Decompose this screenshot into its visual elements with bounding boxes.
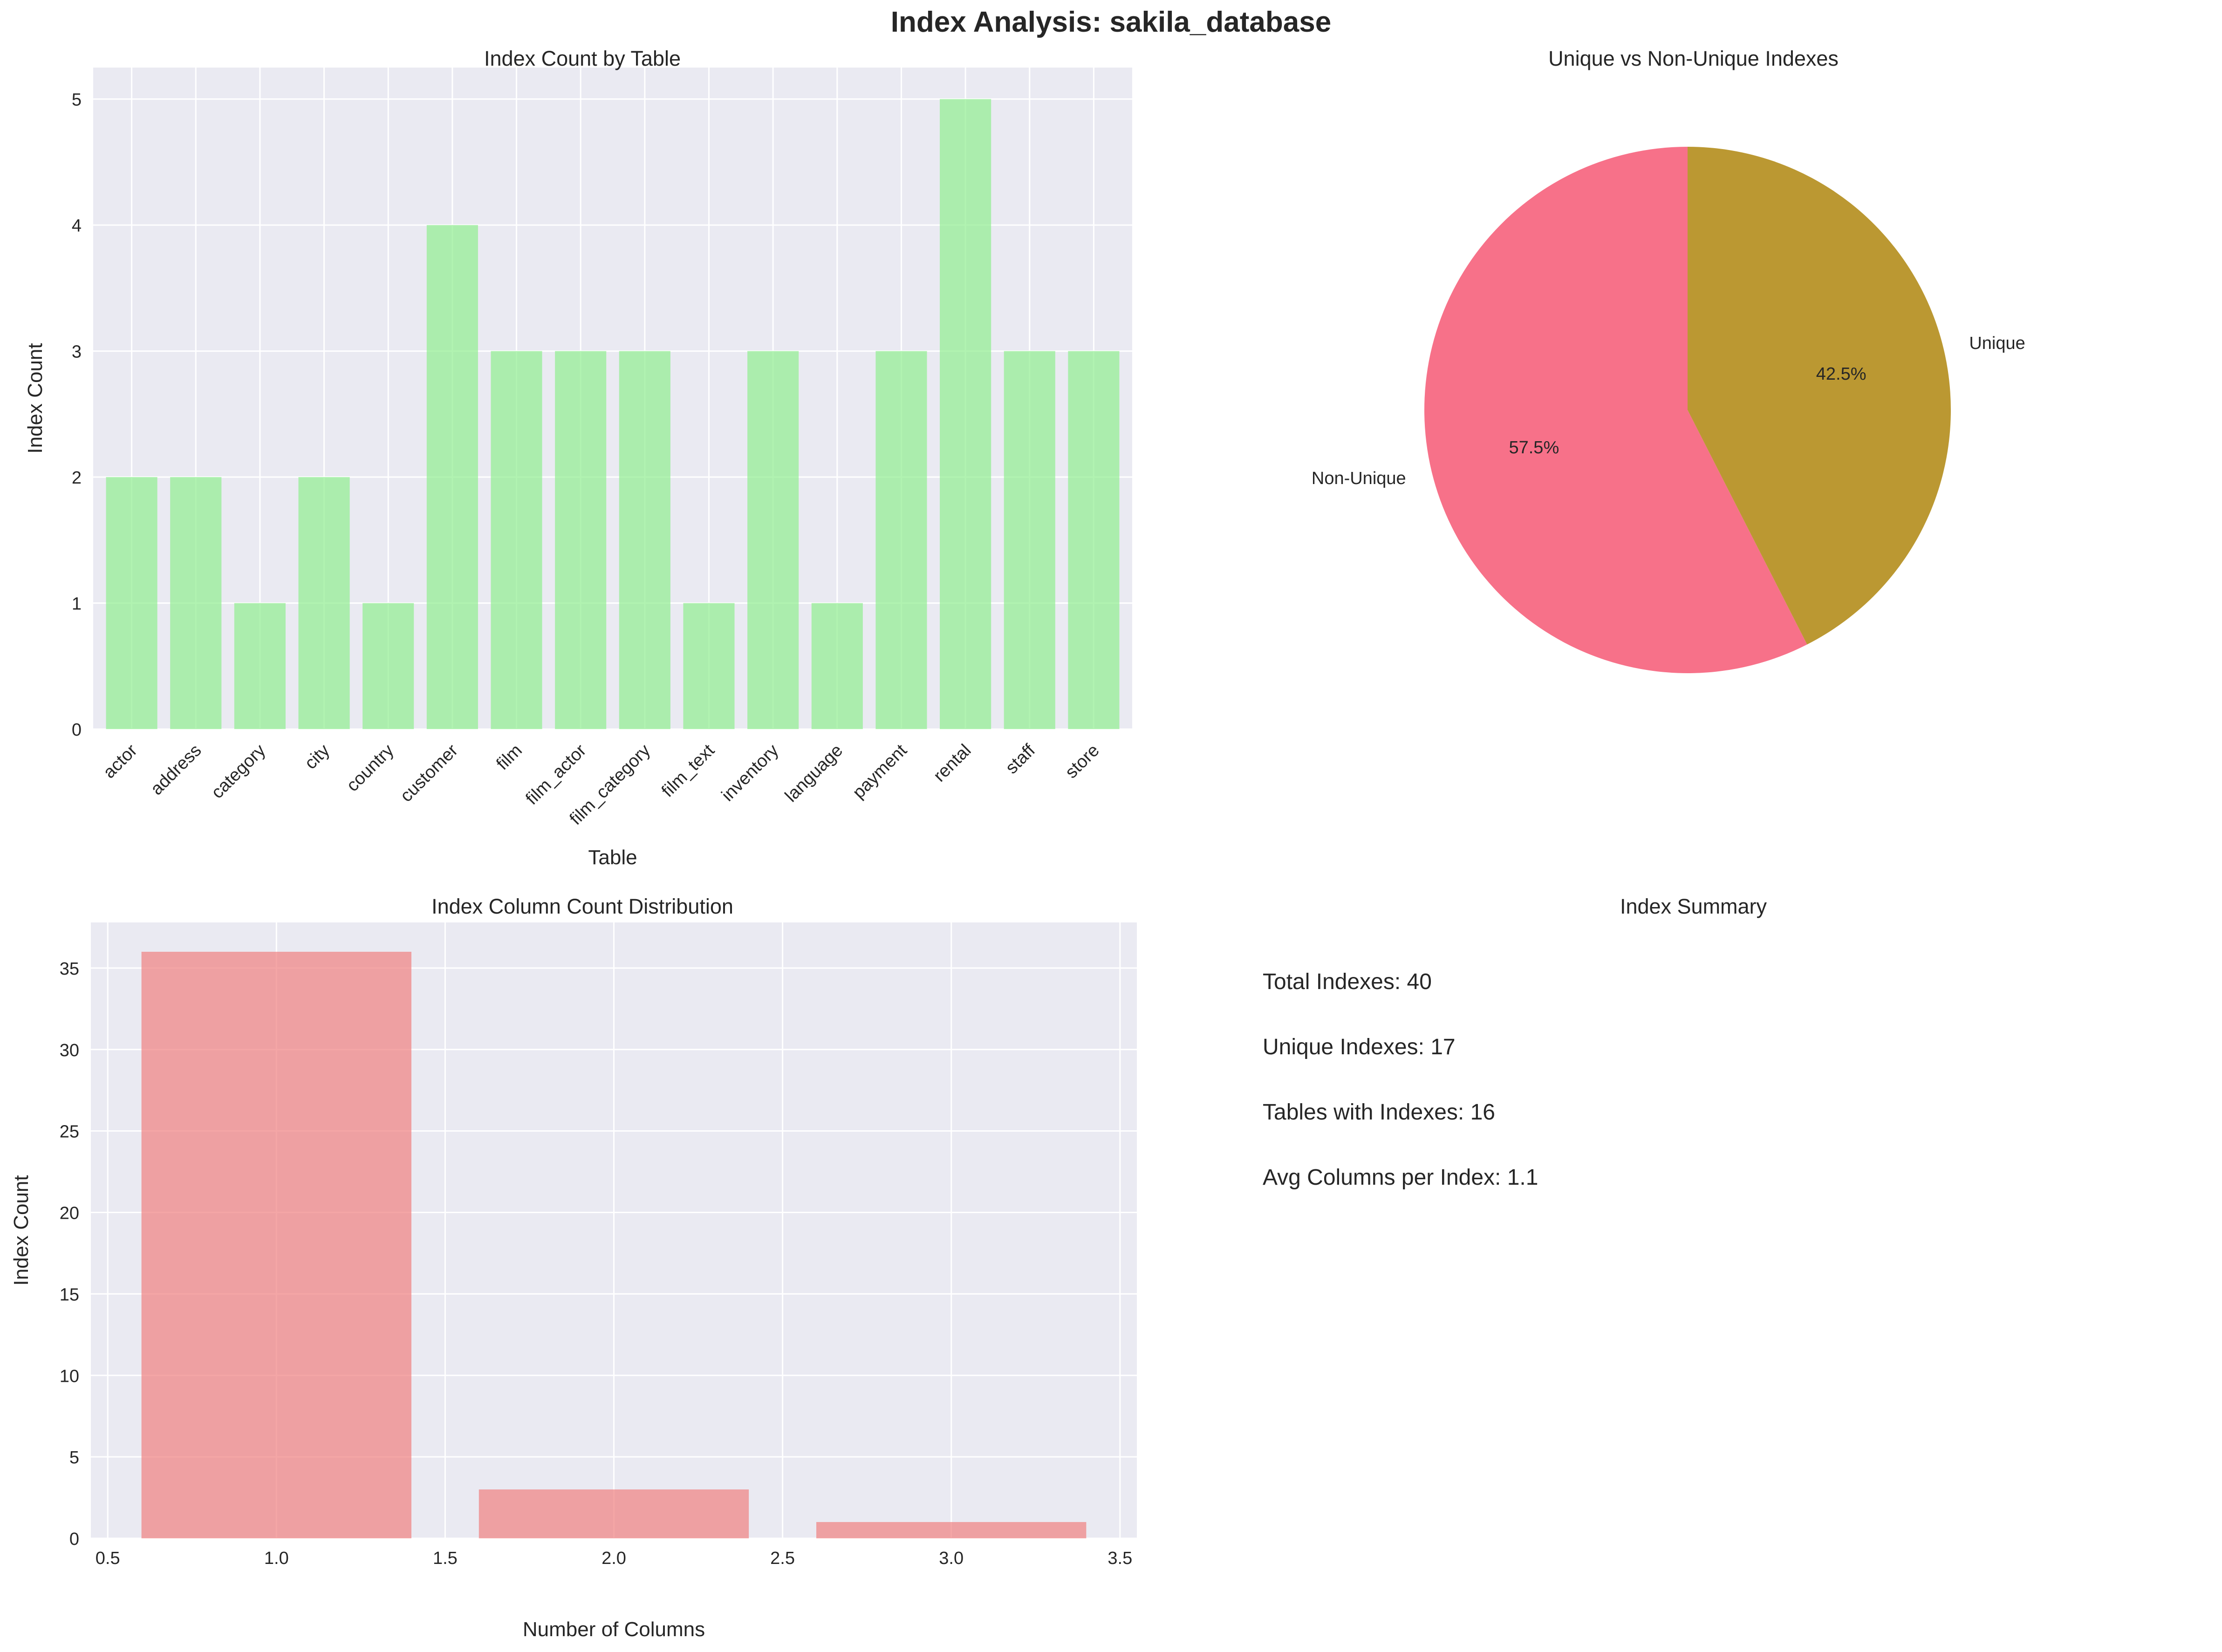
y-axis-label: Index Count	[24, 343, 47, 453]
index-count-bar-chart: 0 1 2 3 4 5 actor address category city countrycus…	[24, 68, 1132, 869]
y-tick-label: 5	[69, 1448, 79, 1468]
summary-total-indexes: Total Indexes: 40	[1263, 969, 1432, 994]
bar-country	[362, 603, 414, 729]
summary-title: Index Summary	[1620, 894, 1767, 918]
y-tick-label: 2	[72, 468, 82, 488]
x-axis-label: Number of Columns	[523, 1618, 705, 1641]
pie-chart-title: Unique vs Non-Unique Indexes	[1548, 47, 1839, 70]
x-tick-label: 3.5	[1108, 1549, 1132, 1568]
pie-percent-label: 57.5%	[1509, 438, 1559, 457]
x-tick-label: 1.5	[433, 1549, 458, 1568]
bar-staff	[1004, 351, 1055, 729]
x-tick-label: 0.5	[96, 1549, 120, 1568]
x-tick-label: store	[1061, 741, 1103, 782]
bar-actor	[106, 477, 157, 729]
x-axis-label: Table	[588, 846, 637, 869]
bar-address	[170, 477, 222, 729]
page-title: Index Analysis: sakila_database	[890, 6, 1332, 38]
x-tick-label: inventory	[718, 741, 783, 806]
bar-film	[491, 351, 542, 729]
y-tick-label: 35	[60, 959, 79, 979]
unique-vs-nonunique-panel: Unique vs Non-Unique Indexes 57.5% Non-Un…	[1165, 37, 2222, 885]
y-axis-label: Index Count	[10, 1175, 33, 1285]
x-tick-label: 2.5	[770, 1549, 795, 1568]
bar-customer	[426, 225, 478, 730]
x-tick-label: staff	[1002, 740, 1039, 778]
bar-chart-title: Index Count by Table	[484, 47, 681, 70]
index-count-by-table-panel: Index Count by Table 0 1 2 3 4 5 actor address c…	[0, 37, 1165, 885]
y-tick-label: 30	[60, 1041, 79, 1060]
x-tick-label: 3.0	[939, 1549, 964, 1568]
pie-percent-label: 42.5%	[1816, 364, 1866, 384]
y-tick-label: 25	[60, 1122, 79, 1142]
bar-payment	[875, 351, 927, 729]
x-tick-label: customer	[397, 740, 462, 806]
x-tick-label: film	[492, 741, 526, 774]
y-tick-label: 15	[60, 1285, 79, 1304]
column-count-distribution-panel: Index Column Count Distribution 0 5 10 15 20…	[0, 885, 1165, 1650]
bar-category	[234, 603, 286, 729]
summary-tables-with-indexes: Tables with Indexes: 16	[1263, 1100, 1495, 1125]
bar-columns-2	[479, 1489, 749, 1538]
bar-film_category	[619, 351, 670, 729]
pie-category-label: Unique	[1969, 334, 2025, 353]
bar-store	[1068, 351, 1120, 729]
x-tick-label: payment	[849, 740, 911, 802]
y-tick-label: 20	[60, 1204, 79, 1223]
x-tick-label: city	[301, 741, 334, 773]
x-tick-label: language	[781, 741, 847, 806]
bar-film_actor	[555, 351, 607, 729]
x-tick-label: actor	[100, 740, 142, 782]
unique-pie-chart: 57.5% Non-Unique 42.5% Unique	[1312, 147, 2025, 673]
hist-chart-title: Index Column Count Distribution	[431, 894, 733, 918]
bar-inventory	[747, 351, 799, 729]
x-tick-label: country	[343, 741, 398, 796]
pie-category-label: Non-Unique	[1312, 469, 1406, 488]
y-tick-label: 0	[69, 1529, 79, 1549]
bar-columns-1	[141, 951, 411, 1538]
x-tick-label: rental	[930, 741, 975, 786]
bar-columns-3	[816, 1522, 1087, 1538]
y-tick-label: 10	[60, 1366, 79, 1386]
index-summary-panel: Index Summary Total Indexes: 40 Unique I…	[1165, 885, 2222, 1650]
summary-unique-indexes: Unique Indexes: 17	[1263, 1035, 1456, 1059]
bar-language	[811, 603, 863, 729]
x-tick-label: film_text	[658, 740, 718, 801]
bar-film_text	[683, 603, 735, 729]
x-tick-label: film_actor	[522, 740, 590, 808]
x-tick-label: category	[208, 741, 270, 803]
y-tick-label: 1	[72, 594, 82, 614]
y-tick-label: 4	[72, 216, 82, 236]
y-tick-label: 3	[72, 342, 82, 362]
x-tick-label: 2.0	[602, 1549, 626, 1568]
summary-avg-columns: Avg Columns per Index: 1.1	[1263, 1165, 1538, 1190]
x-tick-label: 1.0	[264, 1549, 289, 1568]
y-tick-label: 0	[72, 720, 82, 740]
column-count-bar-chart: 0 5 10 15 20 25 30 35 0.5 1.0 1.5 2.0 2.5 3.0 3.5 Numbe…	[10, 922, 1137, 1641]
x-tick-label: address	[147, 741, 205, 799]
bar-city	[298, 477, 350, 729]
bar-rental	[940, 99, 991, 730]
y-tick-label: 5	[72, 90, 82, 110]
